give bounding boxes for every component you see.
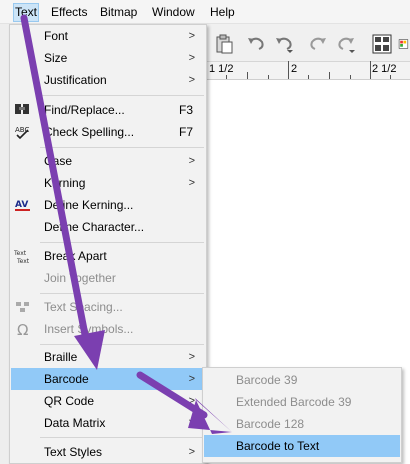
undo-icon[interactable]	[244, 32, 268, 56]
menu-item-braille[interactable]: Braille >	[11, 346, 205, 368]
chevron-right-icon: >	[188, 155, 195, 167]
find-replace-icon	[15, 104, 29, 114]
svg-text:Text: Text	[14, 250, 27, 257]
undo-multiple-icon[interactable]	[272, 32, 296, 56]
ruler-label: 2 1/2	[372, 63, 397, 75]
chevron-right-icon: >	[188, 177, 195, 189]
text-menu: Font > Size > Justification > Find/Replace.…	[9, 24, 207, 464]
menu-window[interactable]: Window	[151, 4, 196, 21]
menu-item-join-together[interactable]: Join Together	[11, 267, 205, 289]
submenu-item-barcode-to-text[interactable]: Barcode to Text	[204, 435, 400, 457]
omega-symbol-icon: Ω	[17, 321, 28, 337]
submenu-item-barcode-128[interactable]: Barcode 128	[204, 413, 400, 435]
menu-separator	[40, 344, 204, 345]
menu-item-case[interactable]: Case >	[11, 150, 205, 172]
chevron-right-icon: >	[188, 74, 195, 86]
menu-item-qr-code[interactable]: QR Code >	[11, 390, 205, 412]
ruler-label: 2	[291, 63, 298, 75]
menu-item-size[interactable]: Size >	[11, 47, 205, 69]
menu-item-define-kerning[interactable]: AV Define Kerning...	[11, 194, 205, 216]
chevron-right-icon: >	[188, 417, 195, 429]
toolbar	[206, 24, 410, 62]
break-apart-icon: TextText	[14, 250, 30, 264]
menu-item-kerning[interactable]: Kerning >	[11, 172, 205, 194]
menu-bar: Text Effects Bitmap Window Help	[0, 0, 410, 24]
svg-text:Ω: Ω	[17, 321, 28, 337]
text-spacing-icon	[16, 302, 29, 312]
menu-item-barcode[interactable]: Barcode >	[11, 368, 205, 390]
chevron-right-icon: >	[188, 395, 195, 407]
submenu-item-extended-barcode-39[interactable]: Extended Barcode 39	[204, 391, 400, 413]
menu-help[interactable]: Help	[209, 4, 236, 21]
menu-separator	[40, 242, 204, 243]
menu-item-justification[interactable]: Justification >	[11, 69, 205, 91]
menu-item-text-spacing[interactable]: Text Spacing...	[11, 296, 205, 318]
chevron-right-icon: >	[188, 52, 195, 64]
chevron-right-icon: >	[188, 351, 195, 363]
menu-separator	[40, 293, 204, 294]
color-palette-icon[interactable]	[398, 32, 410, 56]
menu-text[interactable]: Text	[13, 3, 40, 22]
menu-item-font[interactable]: Font >	[11, 25, 205, 47]
menu-separator	[40, 437, 204, 438]
menu-item-define-character[interactable]: Define Character...	[11, 216, 205, 238]
horizontal-ruler: 1 1/2 2 2 1/2	[206, 61, 410, 80]
menu-item-break-apart[interactable]: Text Text Break Apart	[11, 245, 205, 267]
menu-separator	[40, 95, 204, 96]
menu-item-insert-symbols[interactable]: Ω Insert Symbols...	[11, 318, 205, 340]
svg-text:AV: AV	[15, 200, 28, 210]
chevron-right-icon: >	[188, 30, 195, 42]
menu-effects[interactable]: Effects	[50, 4, 88, 21]
layout-icon[interactable]	[370, 32, 394, 56]
menu-item-check-spelling[interactable]: ABC Check Spelling... F7	[11, 121, 205, 143]
menu-item-data-matrix[interactable]: Data Matrix >	[11, 412, 205, 434]
redo-multiple-icon[interactable]	[334, 32, 358, 56]
menu-item-find-replace[interactable]: Find/Replace... F3	[11, 99, 205, 121]
menu-item-text-styles[interactable]: Text Styles >	[11, 441, 205, 463]
chevron-right-icon: >	[188, 373, 195, 385]
chevron-right-icon: >	[188, 446, 195, 458]
ruler-label: 1 1/2	[209, 63, 234, 75]
svg-text:Text: Text	[16, 258, 30, 264]
menu-bitmap[interactable]: Bitmap	[99, 4, 138, 21]
redo-icon[interactable]	[306, 32, 330, 56]
spell-check-icon: ABC	[15, 126, 29, 140]
submenu-item-barcode-39[interactable]: Barcode 39	[204, 369, 400, 391]
barcode-submenu: Barcode 39 Extended Barcode 39 Barcode 1…	[202, 367, 402, 463]
paste-icon[interactable]	[212, 32, 236, 56]
menu-separator	[40, 147, 204, 148]
define-kerning-icon: AV	[15, 200, 30, 211]
